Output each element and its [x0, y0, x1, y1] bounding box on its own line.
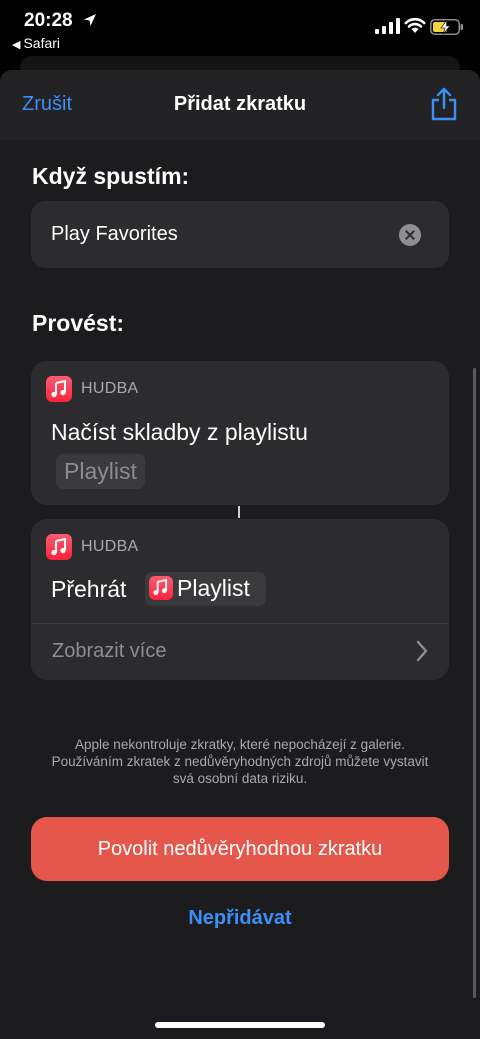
trigger-phrase-value[interactable]: Play Favorites — [51, 223, 178, 246]
playlist-variable-token[interactable]: Playlist — [145, 572, 266, 606]
nav-bar: Zrušit Přidat zkratku — [0, 70, 480, 140]
back-to-app[interactable]: ◀ Safari — [12, 35, 60, 51]
actions-heading: Provést: — [32, 310, 125, 336]
music-app-icon — [46, 534, 72, 560]
back-app-label: Safari — [23, 35, 61, 51]
music-app-icon — [149, 576, 173, 600]
wifi-icon — [404, 17, 426, 33]
action-app-name: HUDBA — [81, 380, 139, 397]
trigger-phrase-field[interactable]: Play Favorites — [31, 201, 449, 268]
action-title: Načíst skladby z playlistu — [51, 419, 308, 445]
action-title: Přehrát — [51, 576, 127, 602]
back-triangle-icon: ◀ — [12, 39, 21, 51]
disclaimer-text: Apple nekontroluje zkratky, které nepoch… — [51, 737, 429, 786]
music-app-icon — [46, 376, 72, 402]
scrollbar[interactable] — [473, 368, 476, 998]
action-card-play[interactable]: HUDBA Přehrát Playlist Zobrazit více — [31, 519, 449, 680]
cellular-signal-icon — [375, 18, 400, 34]
show-more-button[interactable]: Zobrazit více — [52, 640, 166, 663]
add-shortcut-sheet: Zrušit Přidat zkratku Když spustím: Play… — [0, 70, 480, 1039]
divider — [31, 623, 449, 624]
clear-icon[interactable] — [399, 224, 421, 246]
action-card-get-playlist[interactable]: HUDBA Načíst skladby z playlistu Playlis… — [31, 361, 449, 505]
status-bar: 20:28 ◀ Safari — [0, 0, 480, 56]
playlist-parameter-token[interactable]: Playlist — [56, 454, 145, 489]
page-title: Přidat zkratku — [173, 93, 307, 115]
playlist-variable-label: Playlist — [177, 575, 250, 601]
location-arrow-icon — [84, 14, 96, 26]
dont-add-button[interactable]: Nepřidávat — [0, 907, 480, 930]
clock: 20:28 — [24, 10, 73, 31]
chevron-right-icon — [416, 640, 428, 662]
action-connector — [238, 506, 240, 518]
action-app-name: HUDBA — [81, 538, 139, 555]
trigger-heading: Když spustím: — [32, 163, 190, 189]
share-icon[interactable] — [429, 86, 459, 122]
home-indicator[interactable] — [155, 1022, 325, 1028]
allow-untrusted-shortcut-button[interactable]: Povolit nedůvěryhodnou zkratku — [31, 817, 449, 881]
battery-charging-icon — [430, 19, 463, 35]
